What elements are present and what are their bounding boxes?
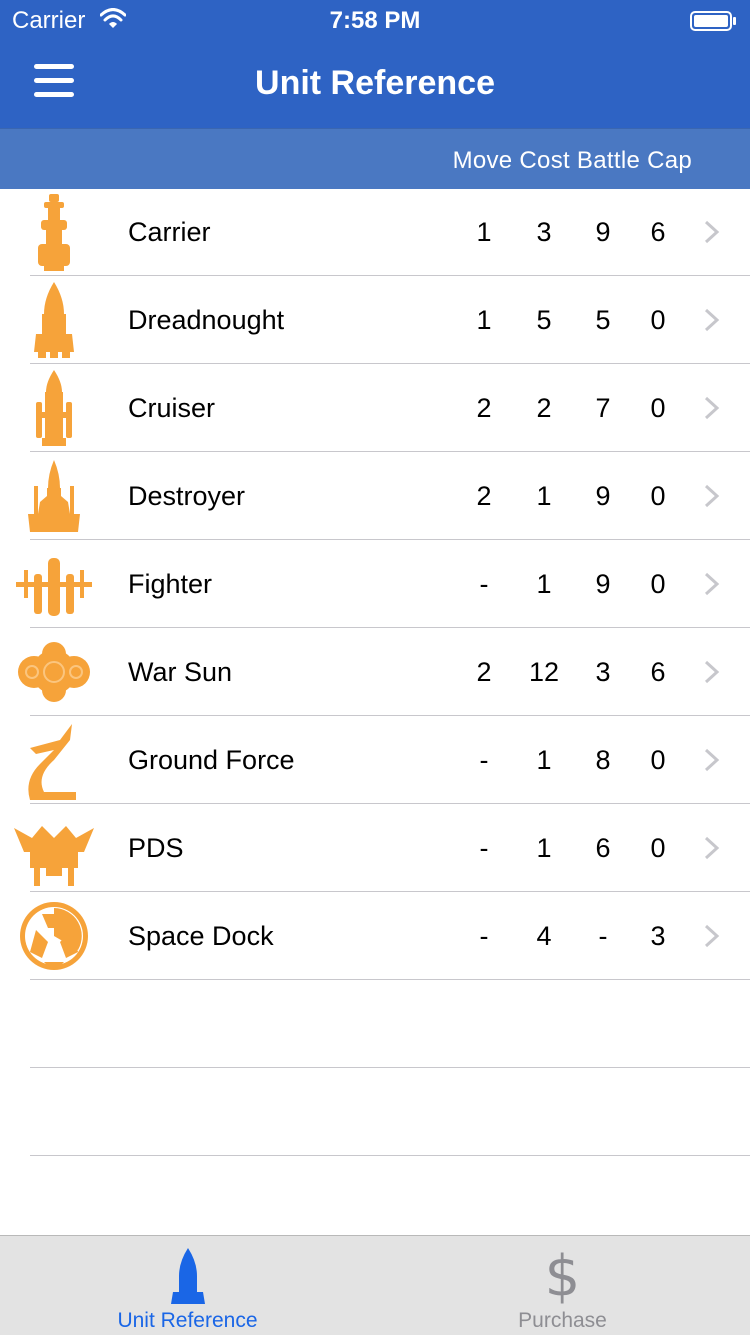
tab-label: Unit Reference (117, 1309, 258, 1332)
dreadnought-icon (34, 282, 74, 358)
empty-row (0, 980, 750, 1068)
unit-cap: 0 (650, 833, 666, 863)
unit-cost: 3 (536, 217, 552, 247)
chevron-right-icon (704, 484, 720, 508)
unit-battle: - (598, 921, 608, 951)
unit-name: Carrier (128, 217, 211, 247)
chevron-right-icon (704, 836, 720, 860)
unit-name: Ground Force (128, 745, 295, 775)
empty-row (0, 1068, 750, 1156)
chevron-right-icon (704, 924, 720, 948)
unit-row-destroyer[interactable]: Destroyer 2 1 9 0 (0, 452, 750, 540)
column-header-strip: Move Cost Battle Cap (0, 128, 750, 189)
ground-force-icon (28, 724, 76, 800)
destroyer-icon (28, 460, 80, 532)
tab-bar: Unit Reference $ Purchase (0, 1235, 750, 1335)
status-bar: Carrier 7:58 PM (0, 0, 750, 40)
unit-move: - (479, 833, 489, 863)
tab-unit-reference[interactable]: Unit Reference (0, 1236, 375, 1335)
unit-name: Fighter (128, 569, 213, 599)
unit-battle: 9 (595, 481, 611, 511)
unit-move: 1 (476, 217, 492, 247)
unit-row-pds[interactable]: PDS - 1 6 0 (0, 804, 750, 892)
unit-cost: 4 (536, 921, 552, 951)
unit-battle: 9 (595, 569, 611, 599)
unit-battle: 6 (595, 833, 611, 863)
unit-cap: 6 (650, 657, 666, 687)
unit-cap: 6 (650, 217, 666, 247)
unit-cost: 12 (528, 657, 560, 687)
unit-name: Space Dock (128, 921, 274, 951)
unit-cap: 0 (650, 569, 666, 599)
unit-battle: 8 (595, 745, 611, 775)
unit-battle: 3 (595, 657, 611, 687)
page-title: Unit Reference (255, 64, 495, 102)
space-dock-icon (20, 902, 88, 970)
chevron-right-icon (704, 220, 720, 244)
unit-row-fighter[interactable]: Fighter - 1 9 0 (0, 540, 750, 628)
unit-move: 2 (476, 393, 492, 423)
unit-row-ground-force[interactable]: Ground Force - 1 8 0 (0, 716, 750, 804)
unit-move: 1 (476, 305, 492, 335)
unit-move: 2 (476, 657, 492, 687)
unit-battle: 9 (595, 217, 611, 247)
chevron-right-icon (704, 748, 720, 772)
tab-label: Purchase (518, 1309, 607, 1332)
unit-cap: 3 (650, 921, 666, 951)
chevron-right-icon (704, 572, 720, 596)
unit-cost: 2 (536, 393, 552, 423)
unit-cost: 1 (536, 481, 552, 511)
unit-move: - (479, 921, 489, 951)
unit-cost: 5 (536, 305, 552, 335)
cruiser-icon (36, 370, 72, 446)
dollar-icon: $ (544, 1244, 581, 1309)
battery-icon (690, 11, 736, 31)
unit-battle: 5 (595, 305, 611, 335)
unit-cap: 0 (650, 305, 666, 335)
war-sun-icon (18, 642, 90, 702)
unit-row-war-sun[interactable]: War Sun 2 12 3 6 (0, 628, 750, 716)
carrier-icon (38, 194, 70, 271)
unit-list: Carrier 1 3 9 6 Dreadnought 1 5 5 0 Crui… (0, 188, 750, 1156)
chevron-right-icon (704, 396, 720, 420)
rocket-icon (171, 1248, 205, 1304)
unit-row-cruiser[interactable]: Cruiser 2 2 7 0 (0, 364, 750, 452)
unit-cap: 0 (650, 393, 666, 423)
pds-icon (14, 826, 94, 886)
tab-purchase[interactable]: $ Purchase (375, 1236, 750, 1335)
unit-name: Dreadnought (128, 305, 285, 335)
unit-name: War Sun (128, 657, 233, 687)
unit-move: - (479, 745, 489, 775)
chevron-right-icon (704, 308, 720, 332)
fighter-icon (16, 558, 92, 616)
unit-move: - (479, 569, 489, 599)
chevron-right-icon (704, 660, 720, 684)
unit-name: Cruiser (128, 393, 216, 423)
unit-row-space-dock[interactable]: Space Dock - 4 - 3 (0, 892, 750, 980)
unit-battle: 7 (595, 393, 611, 423)
unit-name: Destroyer (128, 481, 246, 511)
navigation-bar: Unit Reference (0, 40, 750, 128)
unit-cost: 1 (536, 569, 552, 599)
unit-move: 2 (476, 481, 492, 511)
column-headers: Move Cost Battle Cap (452, 147, 692, 174)
status-time: 7:58 PM (329, 7, 421, 34)
unit-row-dreadnought[interactable]: Dreadnought 1 5 5 0 (0, 276, 750, 364)
unit-cap: 0 (650, 481, 666, 511)
unit-row-carrier[interactable]: Carrier 1 3 9 6 (0, 188, 750, 276)
unit-cost: 1 (536, 833, 552, 863)
unit-cap: 0 (650, 745, 666, 775)
unit-name: PDS (128, 833, 184, 863)
unit-cost: 1 (536, 745, 552, 775)
